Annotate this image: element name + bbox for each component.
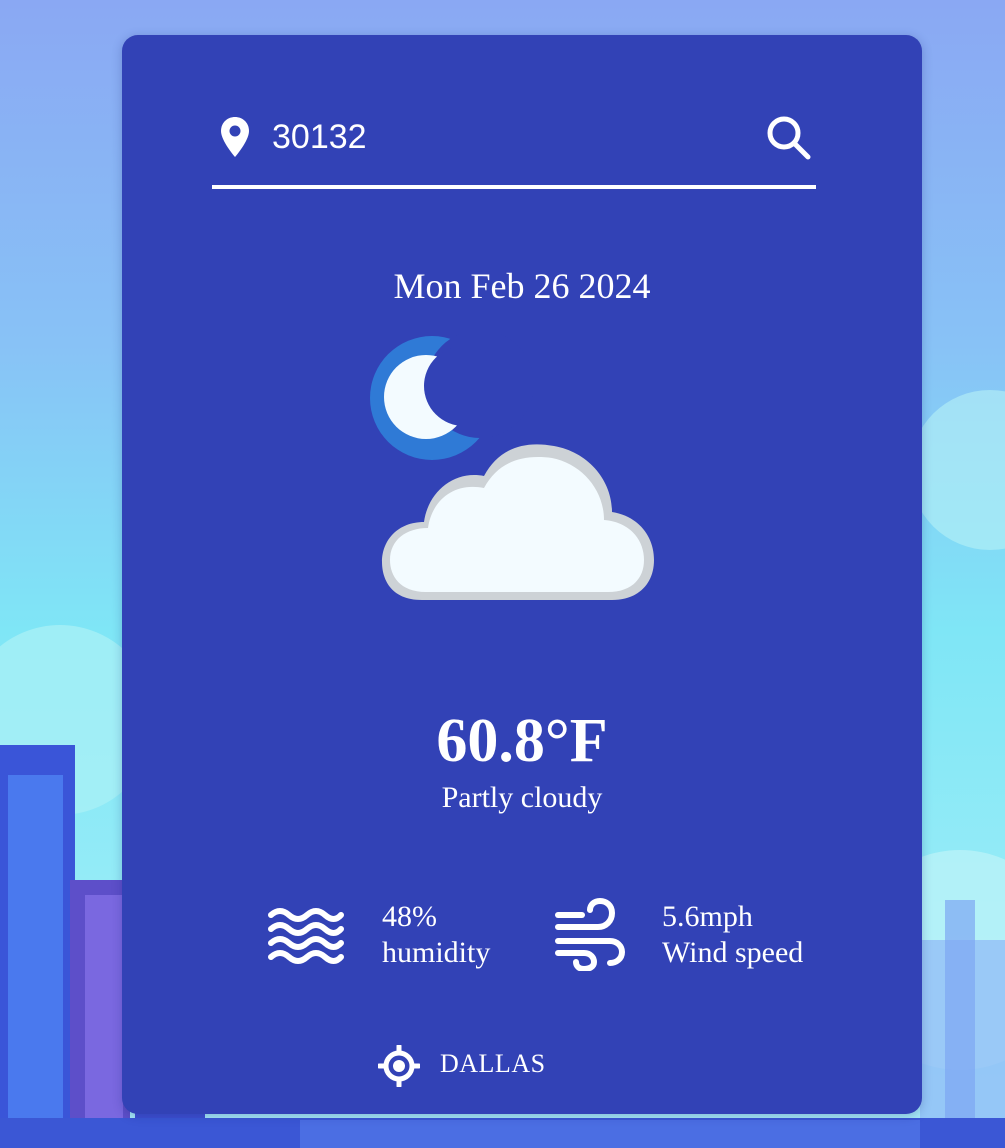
wind-stat: 5.6mph Wind speed [662, 899, 803, 971]
city-name: DALLAS [440, 1049, 546, 1078]
weather-condition: Partly cloudy [441, 781, 603, 814]
search-icon[interactable] [764, 113, 814, 163]
wind-icon [554, 897, 626, 973]
waves-icon [267, 903, 345, 965]
wind-value: 5.6mph [662, 900, 753, 933]
location-crosshair-icon[interactable] [376, 1043, 422, 1089]
weather-card: Mon Feb 26 2024 60.8°F Partly cloudy 48%… [122, 35, 922, 1114]
map-pin-icon [219, 115, 251, 159]
search-bar [212, 107, 816, 189]
weather-date: Mon Feb 26 2024 [393, 266, 651, 306]
humidity-label: humidity [382, 936, 491, 969]
humidity-value: 48% [382, 900, 437, 933]
search-input[interactable] [272, 111, 742, 163]
temperature: 60.8°F [436, 707, 608, 775]
partly-cloudy-night-icon [362, 330, 702, 620]
humidity-stat: 48% humidity [382, 899, 490, 971]
wind-label: Wind speed [662, 936, 804, 969]
